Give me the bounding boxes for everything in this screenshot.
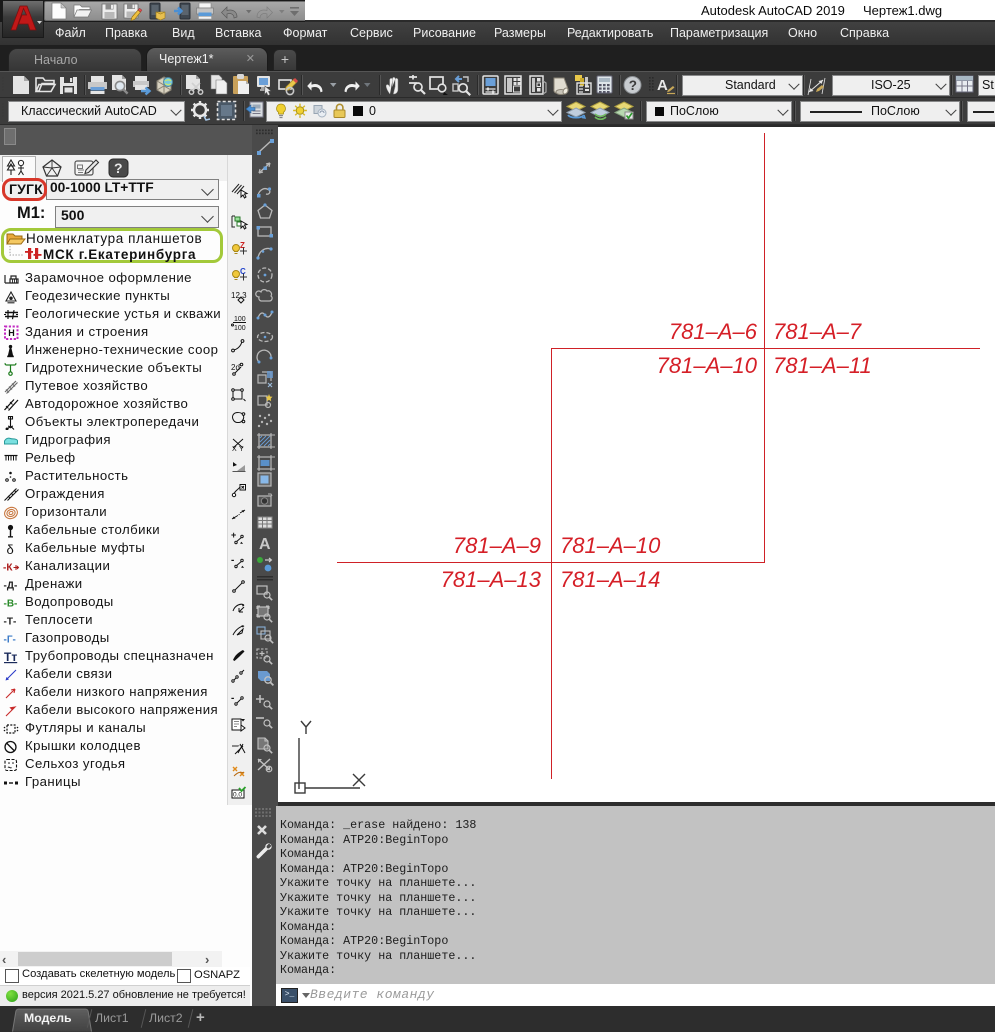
svg-text:H: H [8,328,15,338]
svg-text:0.0: 0.0 [233,792,242,799]
svg-text:A: A [657,77,668,94]
svg-text:-В-: -В- [4,599,18,610]
svg-text:-: - [231,693,234,704]
svg-text:Z: Z [240,241,245,250]
svg-text:-: - [231,555,234,566]
svg-text:-Т-: -Т- [4,617,17,628]
svg-text:Тт: Тт [4,650,17,664]
svg-text:?: ? [629,78,637,93]
svg-text:100: 100 [234,316,246,323]
svg-text:2d: 2d [231,363,240,372]
svg-text:δ: δ [7,542,14,556]
svg-text:A: A [259,536,271,553]
svg-text:-Г-: -Г- [4,635,16,646]
svg-text:?: ? [114,160,123,176]
svg-text:X: X [232,446,237,453]
svg-text:-Д-: -Д- [4,581,18,592]
svg-text:100: 100 [234,325,246,332]
svg-text:+: + [231,530,236,540]
svg-text:Y: Y [239,446,244,453]
svg-text:-К: -К [3,563,13,574]
